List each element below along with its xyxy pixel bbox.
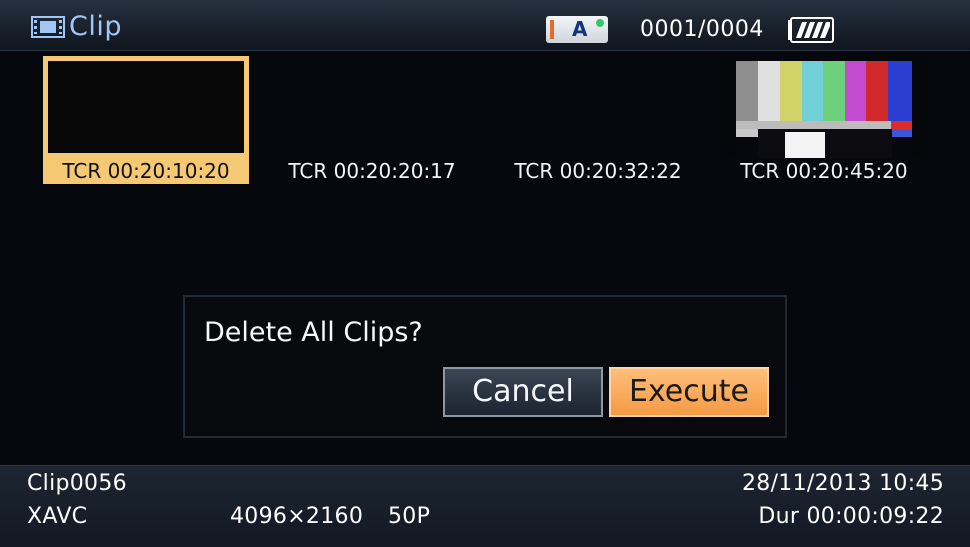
media-active-dot [596,19,604,27]
thumbnail-frame [43,56,249,158]
clip-info-bar: Clip0056 XAVC 4096×2160 50P 28/11/2013 1… [0,465,970,547]
clip-resolution: 4096×2160 [230,504,364,529]
media-level-indicator [550,20,554,39]
thumbnail-frame [269,56,475,158]
thumbnail-timecode: TCR 00:20:10:20 [43,158,249,184]
clip-datetime: 28/11/2013 10:45 [742,471,944,496]
top-status-bar: Clip A 0001/0004 [0,0,970,51]
film-strip-icon [31,16,65,38]
clip-frame-rate: 50P [388,504,431,529]
clip-duration: Dur 00:00:09:22 [758,504,944,529]
clip-format: XAVC [27,504,88,529]
media-slot-badge: A [546,16,608,43]
page-title: Clip [69,11,122,42]
thumbnail-timecode: TCR 00:20:32:22 [514,159,682,183]
cancel-button[interactable]: Cancel [443,367,603,417]
clip-counter: 0001/0004 [640,17,764,42]
media-slot-letter: A [572,17,588,41]
battery-full-icon [788,17,834,43]
thumbnail-timecode: TCR 00:20:45:20 [740,159,908,183]
execute-button[interactable]: Execute [609,367,769,417]
clip-name: Clip0056 [27,471,127,496]
thumbnail-frame [495,56,701,158]
color-bars-image [721,56,927,158]
screen-title-group: Clip [31,12,122,42]
dialog-message: Delete All Clips? [204,317,423,348]
delete-confirm-dialog: Delete All Clips? Cancel Execute [183,295,787,438]
thumbnail-timecode: TCR 00:20:20:17 [288,159,456,183]
